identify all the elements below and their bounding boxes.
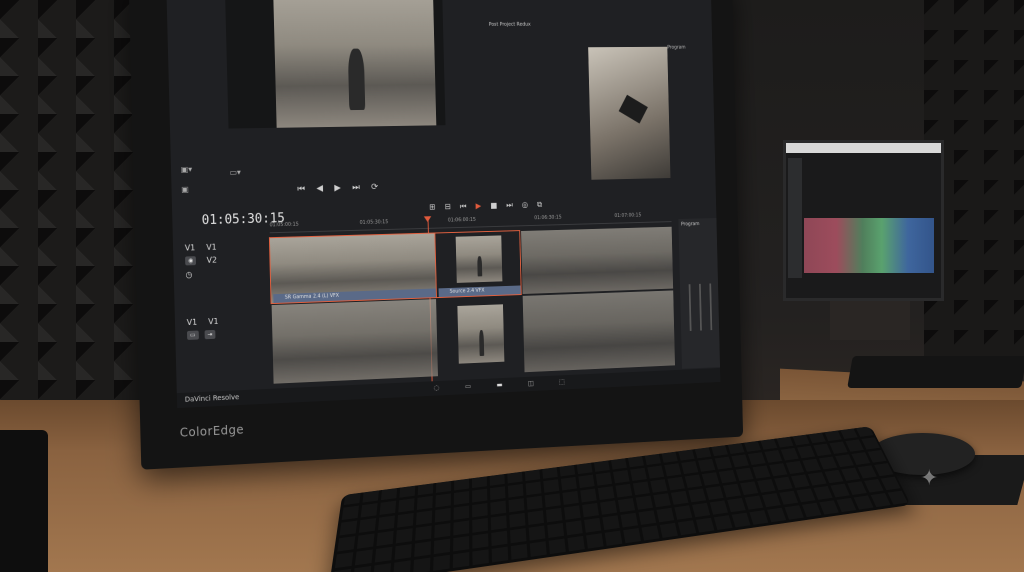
play-icon[interactable]: ▶ xyxy=(334,183,341,193)
source-viewer xyxy=(224,0,446,129)
viewer-mode-icon[interactable]: ▣▾ xyxy=(181,165,193,174)
link-icon[interactable]: ⧉ xyxy=(537,200,542,210)
timeline-clip[interactable] xyxy=(522,290,675,373)
sparkle-icon: ✦ xyxy=(920,466,939,491)
track-label-v2: V2 xyxy=(206,255,218,265)
clip-thumbnail xyxy=(455,235,503,283)
monitor-toggle[interactable]: ▭ xyxy=(186,330,199,340)
timeline-toolbar: ⊞ ⊟ ⏮ ▶ ■ ⏭ ◎ ⧉ xyxy=(429,200,542,212)
audio-fader[interactable] xyxy=(688,284,692,331)
next-icon[interactable]: ⏭ xyxy=(506,201,513,211)
cut-page-icon[interactable]: ▭ xyxy=(465,382,471,390)
monitor-brand: ColorEdge xyxy=(179,422,245,440)
ruler-tick: 01:05:00:15 xyxy=(269,221,299,229)
output-toggle[interactable]: ⇥ xyxy=(204,329,216,340)
person-figure xyxy=(478,329,484,356)
ruler-tick: 01:07:00:15 xyxy=(614,212,642,219)
clip-name: Source 2.4 VFX xyxy=(438,285,521,298)
person-figure xyxy=(347,48,365,111)
clock-icon: ◷ xyxy=(185,270,193,280)
clip-thumbnail xyxy=(457,304,505,364)
second-monitor-header xyxy=(786,143,941,153)
source-transport: ⏮ ◀ ▶ ⏭ ⟳ xyxy=(297,176,574,196)
track-label-v1: V1 xyxy=(208,316,219,327)
media-page-icon[interactable]: ◌ xyxy=(434,384,440,392)
inspector-panel: Program xyxy=(678,218,721,369)
audio-fader[interactable] xyxy=(699,283,702,331)
project-title: Post Project Redux xyxy=(488,21,531,28)
color-scopes-graph xyxy=(804,218,934,273)
clip-thumbnail xyxy=(522,290,675,373)
timeline-clip[interactable] xyxy=(521,226,674,295)
timeline-clip[interactable] xyxy=(437,296,523,376)
person-figure xyxy=(618,94,648,124)
scene: Post Project Redux Program ⏮ ◀ ▶ ⏭ ⟳ ▣▾ … xyxy=(0,0,1024,572)
inspector-title: Program xyxy=(681,221,700,228)
stop-icon[interactable]: ■ xyxy=(490,201,497,211)
back-keyboard xyxy=(847,356,1024,388)
step-back-icon[interactable]: ◀ xyxy=(316,184,323,194)
second-monitor-stand xyxy=(830,295,910,340)
main-monitor: Post Project Redux Program ⏮ ◀ ▶ ⏭ ⟳ ▣▾ … xyxy=(128,0,744,470)
second-monitor-panel xyxy=(788,158,802,278)
timeline-clip[interactable]: Source 2.4 VFX xyxy=(434,230,522,299)
trim-icon[interactable]: ⊟ xyxy=(444,202,450,212)
track-toggle[interactable]: ◉ xyxy=(185,256,197,266)
editor-screen: Post Project Redux Program ⏮ ◀ ▶ ⏭ ⟳ ▣▾ … xyxy=(166,0,721,409)
clip-icon[interactable]: ▣ xyxy=(181,185,189,194)
clip-thumbnail xyxy=(271,299,438,384)
ruler-tick: 01:05:30:15 xyxy=(359,219,389,226)
loop-icon[interactable]: ⟳ xyxy=(371,183,378,193)
ruler-tick: 01:06:00:15 xyxy=(447,216,476,224)
app-name: DaVinci Resolve xyxy=(184,393,240,404)
color-page-icon[interactable]: ◫ xyxy=(528,379,534,387)
rewind-icon[interactable]: ⏮ xyxy=(297,184,305,194)
clip-thumbnail xyxy=(521,226,674,295)
step-forward-icon[interactable]: ⏭ xyxy=(352,183,360,193)
foreground-object xyxy=(0,430,48,572)
program-viewer xyxy=(588,46,671,180)
page-tabs: ◌ ▭ ▬ ◫ ⬚ xyxy=(434,378,565,392)
record-icon[interactable]: ▶ xyxy=(475,201,481,211)
person-figure xyxy=(476,255,482,277)
snap-icon[interactable]: ◎ xyxy=(522,200,529,210)
source-frame xyxy=(273,0,437,128)
program-label: Program xyxy=(667,44,686,51)
deliver-page-icon[interactable]: ⬚ xyxy=(559,378,565,386)
prev-icon[interactable]: ⏮ xyxy=(460,202,467,212)
display-icon[interactable]: ▭▾ xyxy=(230,168,241,177)
ruler-tick: 01:06:30:15 xyxy=(534,214,562,222)
edit-mode-icon[interactable]: ⊞ xyxy=(429,203,435,213)
second-monitor xyxy=(783,140,944,301)
track-label-v1: V1 xyxy=(186,317,198,328)
edit-page-icon[interactable]: ▬ xyxy=(496,381,502,389)
track-label-v1: V1 xyxy=(206,242,217,252)
track-label-v1: V1 xyxy=(184,243,196,253)
timeline-clip[interactable]: SR Gamma 2.4 (L) VFX xyxy=(268,232,437,305)
audio-fader[interactable] xyxy=(709,283,713,331)
timeline-clip[interactable] xyxy=(271,299,438,384)
